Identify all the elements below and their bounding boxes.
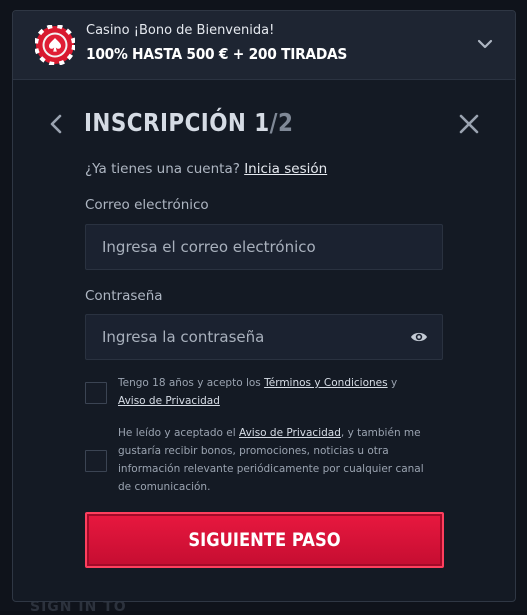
step-title-text: INSCRIPCIÓN 1 bbox=[84, 108, 270, 137]
bonus-text: Casino ¡Bono de Bienvenida! 100% HASTA 5… bbox=[86, 22, 370, 63]
account-prompt-text: ¿Ya tienes una cuenta? bbox=[85, 161, 240, 177]
marketing-text-before: He leído y aceptado el bbox=[118, 427, 239, 439]
terms-link[interactable]: Términos y Condiciones bbox=[264, 377, 388, 389]
eye-icon[interactable] bbox=[410, 330, 428, 344]
step-separator: / bbox=[269, 108, 278, 137]
page-title: INSCRIPCIÓN 1/2 bbox=[84, 108, 293, 137]
close-icon[interactable] bbox=[458, 113, 480, 135]
terms-consent-text: Tengo 18 años y acepto los Términos y Co… bbox=[118, 374, 433, 410]
password-label: Contraseña bbox=[85, 288, 163, 304]
bonus-title: Casino ¡Bono de Bienvenida! bbox=[86, 23, 275, 38]
marketing-privacy-link[interactable]: Aviso de Privacidad bbox=[239, 427, 341, 439]
terms-text-before: Tengo 18 años y acepto los bbox=[118, 377, 265, 389]
step-total: 2 bbox=[277, 108, 294, 137]
welcome-bonus-banner[interactable]: Casino ¡Bono de Bienvenida! 100% HASTA 5… bbox=[13, 11, 515, 80]
privacy-link[interactable]: Aviso de Privacidad bbox=[118, 395, 220, 407]
marketing-checkbox[interactable] bbox=[85, 450, 107, 472]
password-field-wrapper bbox=[85, 314, 443, 360]
next-step-label: SIGUIENTE PASO bbox=[188, 529, 341, 551]
chevron-down-icon[interactable] bbox=[477, 36, 493, 52]
email-field[interactable] bbox=[86, 225, 442, 269]
email-field-wrapper bbox=[85, 224, 443, 270]
chevron-left-icon[interactable] bbox=[49, 114, 63, 134]
bonus-offer: 100% HASTA 500 € + 200 TIRADAS bbox=[86, 45, 348, 63]
marketing-consent-text: He leído y aceptado el Aviso de Privacid… bbox=[118, 424, 433, 496]
email-label: Correo electrónico bbox=[85, 197, 209, 213]
poker-chip-icon bbox=[35, 25, 75, 65]
account-prompt: ¿Ya tienes una cuenta? Inicia sesión bbox=[85, 161, 327, 177]
login-link[interactable]: Inicia sesión bbox=[244, 161, 327, 177]
password-field[interactable] bbox=[86, 315, 442, 359]
next-step-button[interactable]: SIGUIENTE PASO bbox=[85, 512, 444, 568]
signup-modal: Casino ¡Bono de Bienvenida! 100% HASTA 5… bbox=[12, 10, 516, 602]
terms-checkbox[interactable] bbox=[85, 382, 107, 404]
terms-text-middle: y bbox=[387, 377, 398, 389]
